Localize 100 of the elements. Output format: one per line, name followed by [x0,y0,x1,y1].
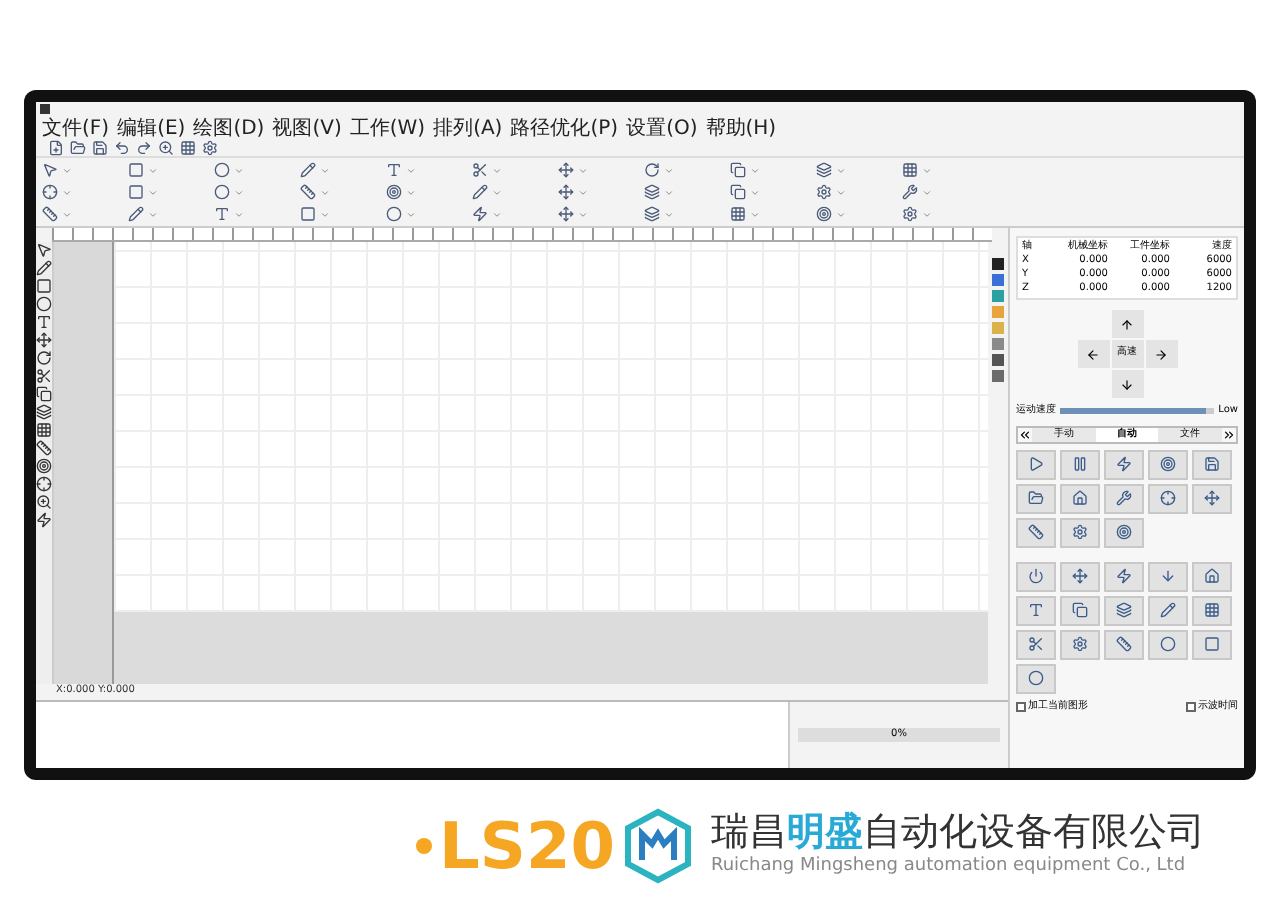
copy-icon [730,184,746,200]
menu-item[interactable]: 排列(A) [433,117,503,139]
action-button[interactable] [1104,483,1144,513]
caret-icon [320,187,330,197]
caret-icon [836,209,846,219]
settings-icon [902,206,918,222]
color-swatch[interactable] [992,306,1004,318]
action-button[interactable] [1148,449,1188,479]
square-icon [36,278,52,294]
save-icon [1204,456,1220,472]
target-icon [386,184,402,200]
move-icon [558,206,574,222]
caret-icon [750,165,760,175]
action-button[interactable] [1016,449,1056,479]
menu-item[interactable]: 设置(O) [626,117,698,139]
menu-item[interactable]: 视图(V) [272,117,342,139]
action-button[interactable] [1060,561,1100,591]
caret-icon [406,209,416,219]
menu-item[interactable]: 文件(F) [42,117,110,139]
color-swatch[interactable] [992,354,1004,366]
circle-icon [36,296,52,312]
menu-item[interactable]: 工作(W) [349,117,426,139]
move-icon [558,184,574,200]
new-file-icon [48,140,64,156]
checkbox[interactable] [1016,701,1026,712]
color-swatch[interactable] [992,290,1004,302]
caret-icon [148,187,158,197]
menu-item[interactable]: 绘图(D) [193,117,265,139]
square-icon [128,162,144,178]
hexagon-logo-icon [622,808,695,884]
action-button[interactable] [1104,595,1144,625]
action-button[interactable] [1104,629,1144,659]
action-button[interactable] [1148,595,1188,625]
color-swatch[interactable] [992,370,1004,382]
jog-left-button[interactable] [1077,340,1109,368]
jog-up-button[interactable] [1111,310,1143,338]
color-swatch[interactable] [992,274,1004,286]
scroll-left-icon[interactable] [1018,427,1032,441]
action-button[interactable] [1192,629,1232,659]
action-button[interactable] [1192,449,1232,479]
caret-icon [664,165,674,175]
action-button[interactable] [1060,517,1100,547]
copy-icon [36,386,52,402]
action-button[interactable] [1016,561,1056,591]
menu-item[interactable]: 路径优化(P) [510,117,619,139]
text-icon [214,206,230,222]
circle-icon [386,206,402,222]
settings-icon [816,184,832,200]
action-button[interactable] [1192,595,1232,625]
zoom-in-icon [36,494,52,510]
action-button[interactable] [1104,517,1144,547]
menu-item[interactable]: 编辑(E) [117,117,186,139]
action-button[interactable] [1016,483,1056,513]
caret-icon [492,209,502,219]
caret-icon [664,209,674,219]
circle-icon [214,162,230,178]
action-button[interactable] [1016,517,1056,547]
scroll-right-icon[interactable] [1222,427,1237,441]
action-button[interactable] [1060,449,1100,479]
scissors-icon [472,162,488,178]
jog-right-button[interactable] [1145,340,1177,368]
action-button[interactable] [1060,595,1100,625]
lightning-icon [36,512,52,528]
caret-icon [406,165,416,175]
checkbox[interactable] [1186,701,1196,712]
home-icon [1072,490,1088,506]
color-swatch[interactable] [992,338,1004,350]
action-button[interactable] [1192,561,1232,591]
caret-icon [750,187,760,197]
action-button[interactable] [1148,483,1188,513]
action-button[interactable] [1104,449,1144,479]
settings-icon [202,140,218,156]
caret-icon [234,165,244,175]
pencil-icon [128,206,144,222]
caret-icon [922,209,932,219]
caret-icon [578,187,588,197]
action-button[interactable] [1060,483,1100,513]
action-button[interactable] [1016,595,1056,625]
pencil-icon [472,184,488,200]
caret-icon [922,165,932,175]
jog-down-button[interactable] [1111,370,1143,398]
action-button[interactable] [1016,629,1056,659]
action-button[interactable] [1148,561,1188,591]
action-button[interactable] [1192,483,1232,513]
color-swatch[interactable] [992,258,1004,270]
action-button[interactable] [1060,629,1100,659]
layers-icon [816,162,832,178]
menu-item[interactable]: 帮助(H) [705,117,777,139]
color-swatch[interactable] [992,322,1004,334]
arrow-right-icon [1154,347,1168,361]
action-button[interactable] [1104,561,1144,591]
ruler-icon [1116,636,1132,652]
target-icon [1160,456,1176,472]
home-icon [1204,568,1220,584]
save-icon [92,140,108,156]
caret-icon [578,165,588,175]
caret-icon [234,209,244,219]
action-button[interactable] [1016,663,1056,693]
action-button[interactable] [1148,629,1188,659]
square-icon [1204,636,1220,652]
